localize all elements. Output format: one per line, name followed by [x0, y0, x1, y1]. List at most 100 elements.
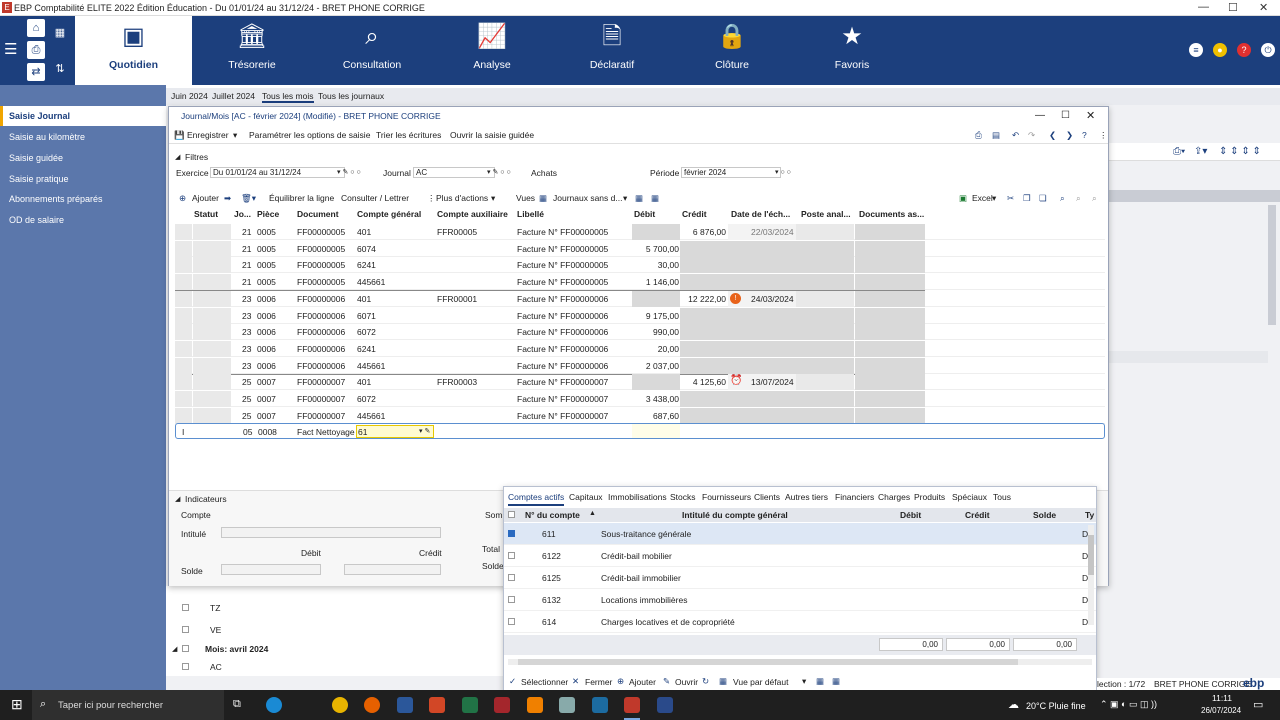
columns-icon[interactable]: ▦ [651, 193, 659, 204]
bg-export-icon[interactable]: ⇪▾ [1194, 146, 1207, 157]
row-selector[interactable] [175, 374, 192, 391]
firefox-icon[interactable] [364, 697, 380, 713]
undo-icon[interactable]: ↶ [1012, 130, 1019, 141]
preview-icon[interactable]: ▤ [992, 130, 1000, 141]
windows-start-icon[interactable]: ⊞ [11, 696, 23, 713]
col-debit[interactable]: Débit [634, 209, 655, 219]
more-actions-button[interactable]: Plus d'actions [436, 193, 488, 203]
row-selector[interactable] [175, 340, 192, 357]
ribbon-tab-quotidien[interactable]: ▣ Quotidien [75, 16, 192, 85]
word-icon[interactable] [397, 697, 413, 713]
arrow-right-icon[interactable]: ➡ [224, 193, 231, 204]
collapse-icon[interactable]: ◢ [175, 153, 180, 161]
options-button[interactable]: Paramétrer les options de saisie [249, 130, 370, 140]
col-type[interactable]: Ty [1085, 510, 1094, 520]
excel-dropdown-icon[interactable]: ▾ [992, 193, 996, 204]
print-icon[interactable]: ⎙ [27, 41, 45, 59]
sidebar-item-saisie-kilometre[interactable]: Saisie au kilomètre [0, 127, 166, 147]
tab-speciaux[interactable]: Spéciaux [952, 492, 987, 502]
more-icon[interactable]: ⋮ [1099, 130, 1108, 141]
ebp-app-icon[interactable] [592, 697, 608, 713]
ribbon-tab-favoris[interactable]: ★ Favoris [792, 16, 912, 85]
close-picker-button[interactable]: Fermer [585, 677, 612, 687]
vlc-icon[interactable] [527, 697, 543, 713]
excel-icon[interactable] [462, 697, 478, 713]
dropdown-icon[interactable]: ▾ ✎ ○ ○ [487, 168, 511, 176]
hamburger-icon[interactable]: ☰ [4, 40, 17, 58]
row-checkbox[interactable] [508, 530, 515, 537]
col-credit[interactable]: Crédit [965, 510, 990, 520]
tab-charges[interactable]: Charges [878, 492, 910, 502]
ribbon-tab-declaratif[interactable]: 🗎 Déclaratif [552, 16, 672, 85]
bg-scrollbar[interactable] [1268, 205, 1276, 325]
calculator-icon[interactable]: ▦ [51, 24, 69, 42]
edit-row[interactable]: I 05 0008 Fact Nettoyage 61 ▾ ✎ [175, 423, 1105, 439]
picker-hscroll[interactable] [508, 659, 1092, 665]
bell-icon[interactable]: ● [1213, 43, 1227, 57]
row-selector[interactable] [175, 324, 192, 341]
ribbon-tab-cloture[interactable]: 🔒 Clôture [672, 16, 792, 85]
tab-clients[interactable]: Clients [754, 492, 780, 502]
view-dropdown-icon[interactable]: ▾ [802, 676, 806, 687]
refresh-icon[interactable]: ↻ [702, 676, 709, 687]
row-selector[interactable] [175, 407, 192, 424]
col-documents-associes[interactable]: Documents as... [859, 209, 924, 219]
row-checkbox[interactable] [508, 552, 515, 559]
app-icon[interactable] [559, 697, 575, 713]
table-row[interactable]: 21 0005 FF00000005 401 FFR00005 Facture N° FF… [175, 224, 1105, 240]
checkbox[interactable] [182, 645, 189, 652]
sort-icon[interactable]: ⇅ [51, 60, 69, 78]
row-selector[interactable] [175, 391, 192, 407]
dropdown-icon[interactable]: ▾ ✎ ○ ○ [337, 168, 361, 176]
ribbon-tab-analyse[interactable]: 📈 Analyse [432, 16, 552, 85]
tab-financiers[interactable]: Financiers [835, 492, 874, 502]
overdue-alert-icon[interactable]: ! [730, 292, 741, 304]
col-credit[interactable]: Crédit [682, 209, 707, 219]
collapse-icon[interactable]: ◢ [172, 645, 177, 653]
tab-fournisseurs[interactable]: Fournisseurs [702, 492, 751, 502]
access-icon[interactable] [494, 697, 510, 713]
table-row[interactable]: 23 0006 FF00000006 401 FFR00001 Facture N° FF… [175, 290, 1105, 307]
row-checkbox[interactable] [508, 574, 515, 581]
table-row[interactable]: 25 0007 FF00000007 445661 Facture N° FF00000… [175, 407, 1105, 424]
weather-text[interactable]: 20°C Pluie fine [1026, 701, 1086, 711]
powerpoint-icon[interactable] [429, 697, 445, 713]
view-dropdown-icon[interactable]: ▾ [623, 193, 627, 204]
ebp-compta-icon[interactable] [624, 697, 640, 713]
table-row[interactable]: 23 0006 FF00000006 6071 Facture N° FF0000000… [175, 307, 1105, 324]
win-maximize-button[interactable]: ☐ [1061, 110, 1070, 121]
sidebar-item-saisie-journal[interactable]: Saisie Journal [0, 106, 166, 126]
tab-juillet[interactable]: Juillet 2024 [212, 91, 255, 101]
table-row[interactable]: 21 0005 FF00000005 445661 Facture N° FF00000… [175, 274, 1105, 291]
exercice-select[interactable]: Du 01/01/24 au 31/12/24 [210, 167, 345, 178]
edit-piece[interactable]: 0008 [258, 427, 277, 437]
table-row[interactable]: 23 0006 FF00000006 6241 Facture N° FF0000000… [175, 340, 1105, 357]
picker-row[interactable]: 6125 Crédit-bail immobilier D [504, 567, 1096, 589]
tab-tous-journaux[interactable]: Tous les journaux [318, 91, 384, 101]
tab-stocks[interactable]: Stocks [670, 492, 696, 502]
columns-icon[interactable]: ▦ [832, 676, 840, 687]
transfer-icon[interactable]: ⇄ [27, 63, 45, 81]
row-checkbox[interactable] [508, 596, 515, 603]
win-minimize-button[interactable]: — [1035, 110, 1045, 121]
ribbon-tab-consultation[interactable]: ⌕ Consultation [312, 16, 432, 85]
delete-icon[interactable]: 🗑▾ [241, 193, 256, 204]
help-icon[interactable]: ? [1237, 43, 1251, 57]
select-all-checkbox[interactable] [508, 511, 515, 518]
dropdown-icon[interactable]: ▾ ○ ○ [775, 168, 791, 176]
table-row[interactable]: 21 0005 FF00000005 6074 Facture N° FF0000000… [175, 240, 1105, 257]
compte-general-input[interactable]: 61 ▾ ✎ [356, 425, 434, 438]
print-icon[interactable]: ⎙ [975, 130, 982, 141]
tab-juin[interactable]: Juin 2024 [171, 91, 208, 101]
minimize-button[interactable]: — [1198, 1, 1209, 13]
maximize-button[interactable]: ☐ [1228, 1, 1238, 14]
row-selector[interactable] [175, 357, 192, 374]
col-num-compte[interactable]: N° du compte [525, 510, 580, 520]
tab-tous-mois[interactable]: Tous les mois [262, 91, 314, 103]
picker-row[interactable]: 6132 Locations immobilières D [504, 589, 1096, 611]
checkbox[interactable] [182, 626, 189, 633]
consult-button[interactable]: Consulter / Lettrer [341, 193, 409, 203]
bg-expand-icon[interactable]: ⇕ ⇕ ⇕ ⇕ [1219, 146, 1261, 157]
copy-icon[interactable]: ❐ [1023, 193, 1031, 204]
tab-immobilisations[interactable]: Immobilisations [608, 492, 667, 502]
